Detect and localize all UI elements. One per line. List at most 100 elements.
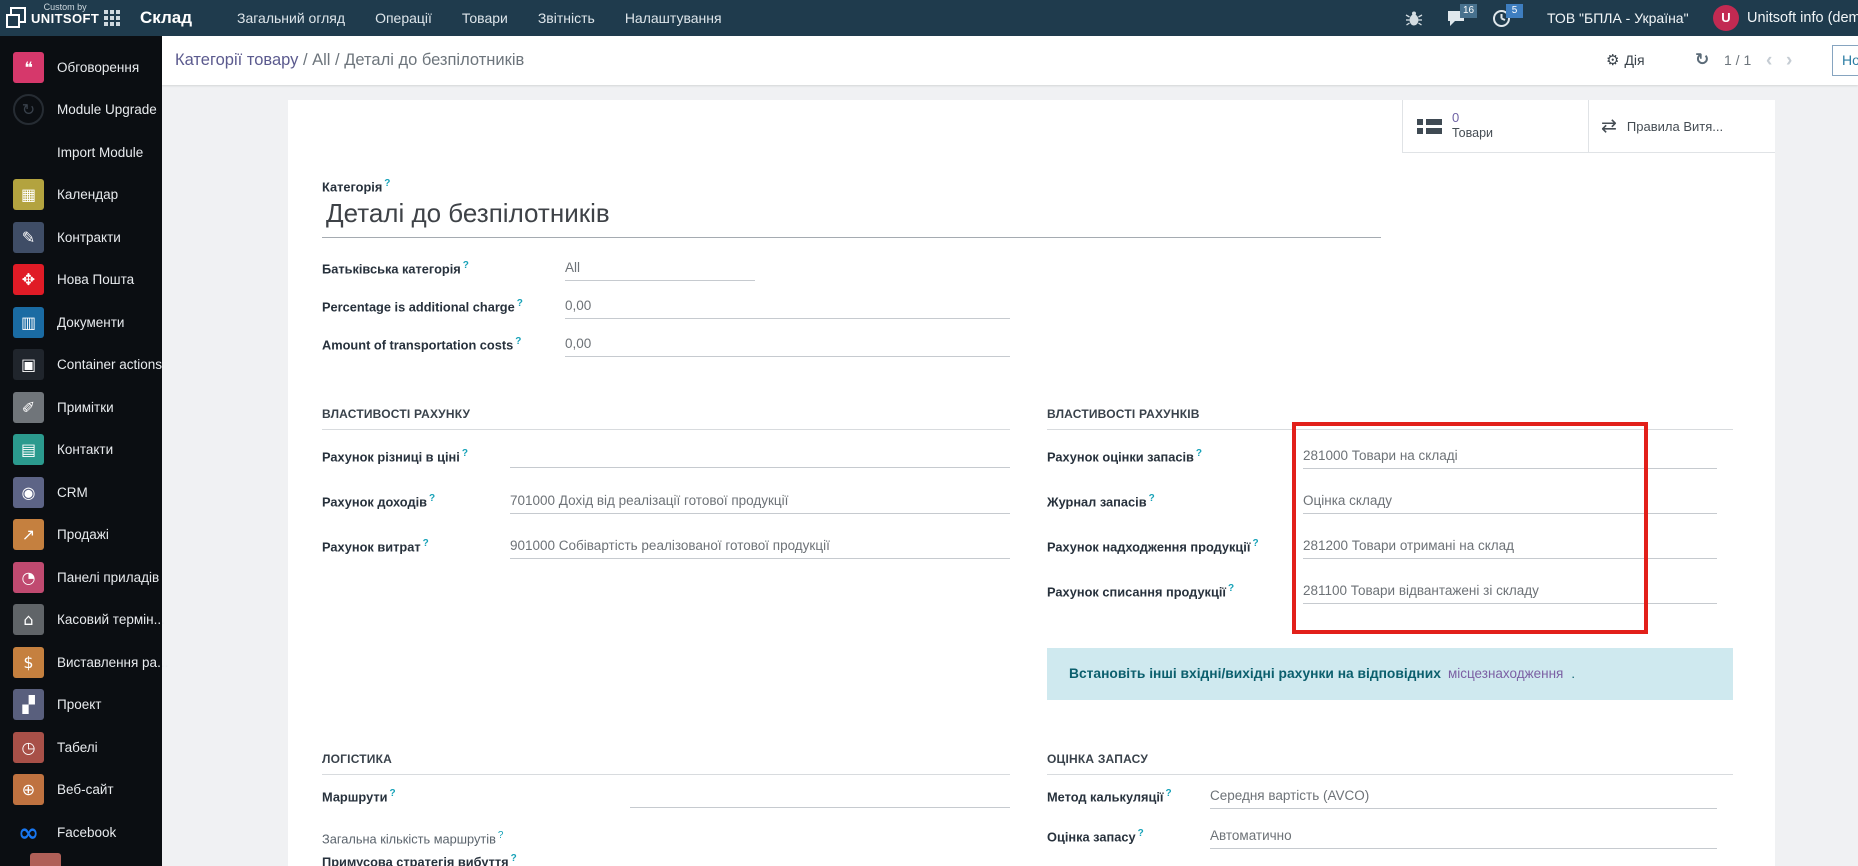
breadcrumb-categories-link[interactable]: Категорії товару [175, 51, 298, 69]
products-smart-button[interactable]: 0Товари [1402, 100, 1588, 153]
sidebar-item-discuss[interactable]: ❝Обговорення [0, 46, 162, 89]
unitsoft-logo[interactable]: Custom by UNITSOFT [10, 3, 99, 26]
help-icon[interactable]: ? [429, 493, 435, 504]
parent-category-input[interactable]: All [565, 260, 755, 281]
field-label: Оцінка запасу? [1047, 828, 1210, 844]
new-button[interactable]: Но [1832, 45, 1858, 76]
expense-account-input[interactable]: 901000 Собівартість реалізованої готової… [510, 538, 1010, 559]
menu-operations[interactable]: Операції [375, 0, 432, 36]
refresh-icon[interactable]: ↻ [1695, 36, 1709, 85]
sidebar-item-documents[interactable]: ▥Документи [0, 301, 162, 344]
transport-costs-input[interactable]: 0,00 [565, 336, 1010, 357]
help-icon[interactable]: ? [517, 298, 523, 309]
help-icon[interactable]: ? [1149, 493, 1155, 504]
field-label: Percentage is additional charge? [322, 298, 565, 314]
field-stock-output-account: Рахунок списання продукції? 281100 Товар… [1047, 583, 1717, 604]
menu-settings[interactable]: Налаштування [625, 0, 722, 36]
invoice-dollar-icon: $ [13, 647, 44, 678]
stock-journal-input[interactable]: Оцінка складу [1303, 493, 1717, 514]
help-icon[interactable]: ? [1166, 788, 1172, 799]
percentage-charge-input[interactable]: 0,00 [565, 298, 1010, 319]
stock-valuation-account-input[interactable]: 281000 Товари на складі [1303, 448, 1717, 469]
pencil-note-icon: ✐ [13, 392, 44, 423]
sidebar-item-contacts[interactable]: ▤Контакти [0, 429, 162, 472]
action-menu-button[interactable]: ⚙Дія [1606, 36, 1645, 85]
help-icon[interactable]: ? [515, 336, 521, 347]
activities-icon[interactable]: 5 [1492, 0, 1511, 36]
sidebar-item-invoicing[interactable]: $Виставлення ра... [0, 641, 162, 684]
sidebar-item-crm[interactable]: ◉CRM [0, 471, 162, 514]
sidebar-item-facebook[interactable]: ∞ Facebook [0, 811, 162, 854]
pager-next-icon[interactable]: › [1786, 36, 1792, 85]
document-pencil-icon: ✎ [13, 222, 44, 253]
sidebar-item-clipped-icon[interactable] [30, 853, 61, 866]
stock-input-account-input[interactable]: 281200 Товари отримані на склад [1303, 538, 1717, 559]
sidebar-item-notes[interactable]: ✐ Примітки [0, 386, 162, 429]
sidebar-item-label: Панелі приладів [57, 570, 159, 585]
products-label: Товари [1452, 126, 1493, 142]
sidebar-item-website[interactable]: ⊕Веб-сайт [0, 769, 162, 812]
action-label: Дія [1624, 52, 1644, 68]
section-accounts-properties: ВЛАСТИВОСТІ РАХУНКІВ [1047, 407, 1733, 430]
shuffle-icon: ⇄ [1601, 115, 1617, 137]
menu-reporting[interactable]: Звітність [538, 0, 595, 36]
apps-grid-icon[interactable] [104, 10, 121, 26]
messages-badge: 16 [1460, 4, 1477, 18]
help-icon[interactable]: ? [463, 260, 469, 271]
field-routes: Маршрути? [322, 788, 1010, 808]
sidebar-item-calendar[interactable]: ▦Календар [0, 174, 162, 217]
locations-link[interactable]: місцезнаходження [1448, 666, 1563, 681]
user-menu[interactable]: Unitsoft info (dem [1747, 0, 1858, 36]
sidebar-item-label: Примітки [57, 400, 114, 415]
sidebar-item-sales[interactable]: ↗Продажі [0, 514, 162, 557]
field-label: Метод калькуляції? [1047, 788, 1210, 804]
sidebar-item-dashboards[interactable]: ◔Панелі приладів [0, 556, 162, 599]
help-icon[interactable]: ? [498, 830, 504, 841]
user-avatar[interactable]: U [1713, 5, 1739, 31]
sidebar-item-import-module[interactable]: Import Module [0, 131, 162, 174]
debug-bug-icon[interactable] [1405, 0, 1423, 36]
sidebar-item-label: Module Upgrade [57, 102, 157, 117]
putaway-rules-smart-button[interactable]: ⇄ Правила Витя... [1588, 100, 1775, 153]
sidebar-item-label: Facebook [57, 825, 116, 840]
sidebar-item-module-upgrade[interactable]: ↻Module Upgrade [0, 89, 162, 132]
menu-products[interactable]: Товари [462, 0, 508, 36]
app-title[interactable]: Склад [140, 0, 192, 36]
costing-method-input[interactable]: Середня вартість (AVCO) [1210, 788, 1717, 809]
help-icon[interactable]: ? [1252, 538, 1258, 549]
help-icon[interactable]: ? [1228, 583, 1234, 594]
sidebar-item-pos[interactable]: ⌂Касовий термін... [0, 599, 162, 642]
puzzle-icon: ▣ [13, 349, 44, 380]
category-name-input[interactable]: Деталі до безпілотників [322, 196, 1381, 238]
menu-overview[interactable]: Загальний огляд [237, 0, 345, 36]
sidebar-item-timesheets[interactable]: ◷Табелі [0, 726, 162, 769]
field-label: Рахунок списання продукції? [1047, 583, 1303, 599]
record-pager: 1 / 1 [1724, 36, 1751, 85]
help-icon[interactable]: ? [1196, 448, 1202, 459]
routes-input[interactable] [630, 788, 1010, 808]
sidebar-item-label: Продажі [57, 527, 109, 542]
price-difference-account-input[interactable] [510, 448, 1010, 468]
help-icon[interactable]: ? [384, 178, 390, 189]
help-icon[interactable]: ? [462, 448, 468, 459]
logo-brand: UNITSOFT [31, 12, 99, 26]
help-icon[interactable]: ? [389, 788, 395, 799]
income-account-input[interactable]: 701000 Дохід від реалізації готової прод… [510, 493, 1010, 514]
field-label: Рахунок оцінки запасів? [1047, 448, 1303, 464]
messages-icon[interactable]: 16 [1446, 0, 1466, 36]
import-icon [13, 137, 44, 168]
sidebar-item-project[interactable]: ▞Проект [0, 684, 162, 727]
sidebar-item-contracts[interactable]: ✎Контракти [0, 216, 162, 259]
help-icon[interactable]: ? [511, 853, 517, 864]
help-icon[interactable]: ? [423, 538, 429, 549]
meta-infinity-icon: ∞ [13, 817, 44, 848]
stock-output-account-input[interactable]: 281100 Товари відвантажені зі складу [1303, 583, 1717, 604]
rules-label: Правила Витя... [1627, 119, 1723, 134]
help-icon[interactable]: ? [1138, 828, 1144, 839]
field-stock-input-account: Рахунок надходження продукції? 281200 То… [1047, 538, 1717, 559]
company-switcher[interactable]: ТОВ "БПЛА - Україна" [1547, 0, 1689, 36]
inventory-valuation-input[interactable]: Автоматично [1210, 828, 1717, 849]
sidebar-item-nova-poshta[interactable]: ✥Нова Пошта [0, 259, 162, 302]
sidebar-item-container-actions[interactable]: ▣Container actions [0, 344, 162, 387]
pager-previous-icon[interactable]: ‹ [1766, 36, 1772, 85]
